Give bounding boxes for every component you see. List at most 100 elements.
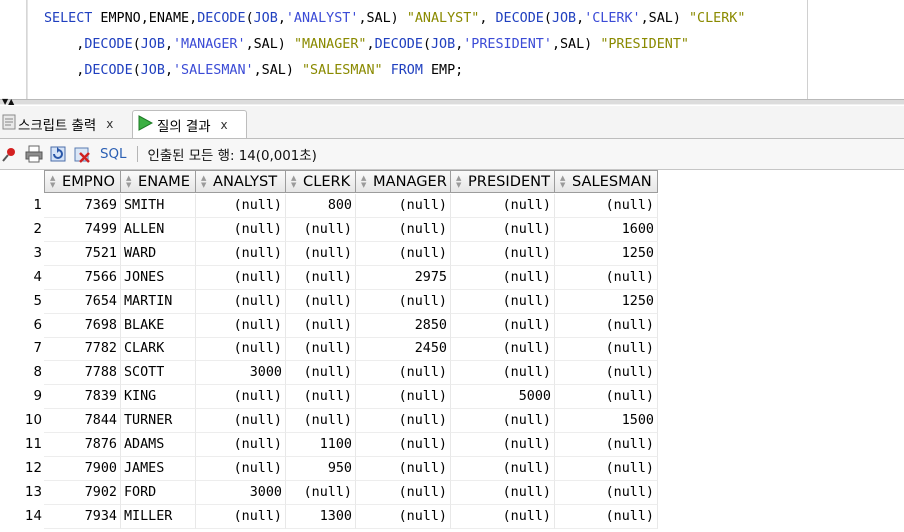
- cell-clerk[interactable]: (null): [286, 409, 356, 434]
- cell-empno[interactable]: 7900: [44, 456, 121, 481]
- cell-manager[interactable]: (null): [356, 194, 451, 218]
- cell-ename[interactable]: BLAKE: [121, 313, 196, 338]
- cell-manager[interactable]: (null): [356, 241, 451, 266]
- cell-analyst[interactable]: (null): [196, 241, 286, 266]
- cell-clerk[interactable]: (null): [286, 337, 356, 362]
- cell-manager[interactable]: (null): [356, 361, 451, 386]
- cell-manager[interactable]: (null): [356, 217, 451, 242]
- cell-ename[interactable]: KING: [121, 385, 196, 410]
- cell-ename[interactable]: FORD: [121, 480, 196, 505]
- cell-ename[interactable]: CLARK: [121, 337, 196, 362]
- cell-manager[interactable]: (null): [356, 289, 451, 314]
- cell-clerk[interactable]: 1100: [286, 433, 356, 457]
- row-number[interactable]: 10: [0, 409, 42, 434]
- refresh-icon[interactable]: [48, 144, 68, 164]
- sort-icon[interactable]: ▲ ▼: [361, 174, 369, 189]
- cell-empno[interactable]: 7876: [44, 433, 121, 457]
- cell-empno[interactable]: 7934: [44, 504, 121, 529]
- cell-analyst[interactable]: (null): [196, 385, 286, 410]
- cell-president[interactable]: (null): [451, 504, 555, 529]
- cell-clerk[interactable]: (null): [286, 385, 356, 410]
- clear-icon[interactable]: [72, 144, 92, 164]
- cell-salesman[interactable]: (null): [555, 433, 658, 457]
- row-number[interactable]: 4: [0, 265, 42, 290]
- cell-manager[interactable]: (null): [356, 504, 451, 529]
- cell-empno[interactable]: 7698: [44, 313, 121, 338]
- cell-ename[interactable]: JAMES: [121, 456, 196, 481]
- cell-salesman[interactable]: 1250: [555, 241, 658, 266]
- cell-salesman[interactable]: (null): [555, 313, 658, 338]
- cell-empno[interactable]: 7782: [44, 337, 121, 362]
- cell-empno[interactable]: 7566: [44, 265, 121, 290]
- cell-clerk[interactable]: (null): [286, 361, 356, 386]
- row-number[interactable]: 1: [0, 194, 42, 218]
- cell-president[interactable]: (null): [451, 217, 555, 242]
- cell-analyst[interactable]: 3000: [196, 361, 286, 386]
- cell-ename[interactable]: WARD: [121, 241, 196, 266]
- column-header-empno[interactable]: ▲ ▼ EMPNO: [44, 170, 121, 193]
- cell-clerk[interactable]: (null): [286, 241, 356, 266]
- cell-manager[interactable]: (null): [356, 433, 451, 457]
- cell-president[interactable]: (null): [451, 337, 555, 362]
- row-number[interactable]: 3: [0, 241, 42, 266]
- cell-analyst[interactable]: (null): [196, 409, 286, 434]
- cell-salesman[interactable]: (null): [555, 504, 658, 529]
- row-number[interactable]: 6: [0, 313, 42, 338]
- sql-button[interactable]: SQL: [100, 147, 127, 162]
- splitter[interactable]: [0, 99, 904, 105]
- cell-analyst[interactable]: 3000: [196, 480, 286, 505]
- cell-empno[interactable]: 7839: [44, 385, 121, 410]
- cell-ename[interactable]: ALLEN: [121, 217, 196, 242]
- row-number[interactable]: 9: [0, 385, 42, 410]
- cell-empno[interactable]: 7521: [44, 241, 121, 266]
- cell-empno[interactable]: 7844: [44, 409, 121, 434]
- cell-president[interactable]: (null): [451, 433, 555, 457]
- column-header-president[interactable]: ▲ ▼ PRESIDENT: [451, 170, 555, 193]
- sort-icon[interactable]: ▲ ▼: [560, 174, 568, 189]
- column-header-ename[interactable]: ▲ ▼ ENAME: [121, 170, 196, 193]
- print-icon[interactable]: [24, 144, 44, 164]
- cell-president[interactable]: (null): [451, 456, 555, 481]
- cell-analyst[interactable]: (null): [196, 337, 286, 362]
- row-number[interactable]: 12: [0, 456, 42, 481]
- cell-manager[interactable]: (null): [356, 385, 451, 410]
- cell-analyst[interactable]: (null): [196, 433, 286, 457]
- cell-salesman[interactable]: (null): [555, 361, 658, 386]
- cell-empno[interactable]: 7654: [44, 289, 121, 314]
- sort-icon[interactable]: ▲ ▼: [456, 174, 464, 189]
- cell-salesman[interactable]: (null): [555, 194, 658, 218]
- cell-manager[interactable]: (null): [356, 456, 451, 481]
- cell-salesman[interactable]: (null): [555, 385, 658, 410]
- cell-ename[interactable]: MILLER: [121, 504, 196, 529]
- row-number[interactable]: 8: [0, 361, 42, 386]
- cell-analyst[interactable]: (null): [196, 194, 286, 218]
- cell-president[interactable]: (null): [451, 241, 555, 266]
- splitter-arrows-icon[interactable]: ▼▲: [2, 98, 14, 106]
- pin-icon[interactable]: [0, 144, 20, 164]
- cell-clerk[interactable]: 1300: [286, 504, 356, 529]
- cell-analyst[interactable]: (null): [196, 217, 286, 242]
- cell-analyst[interactable]: (null): [196, 265, 286, 290]
- row-number[interactable]: 13: [0, 480, 42, 505]
- cell-president[interactable]: (null): [451, 289, 555, 314]
- sort-icon[interactable]: ▲ ▼: [50, 174, 58, 189]
- cell-manager[interactable]: 2850: [356, 313, 451, 338]
- cell-president[interactable]: (null): [451, 480, 555, 505]
- sql-line[interactable]: ,DECODE(JOB,'SALESMAN',SAL) "SALESMAN" F…: [44, 58, 745, 84]
- sort-icon[interactable]: ▲ ▼: [201, 174, 209, 189]
- cell-clerk[interactable]: (null): [286, 480, 356, 505]
- cell-president[interactable]: (null): [451, 313, 555, 338]
- cell-empno[interactable]: 7902: [44, 480, 121, 505]
- cell-salesman[interactable]: 1500: [555, 409, 658, 434]
- sort-icon[interactable]: ▲ ▼: [126, 174, 134, 189]
- cell-clerk[interactable]: (null): [286, 313, 356, 338]
- cell-analyst[interactable]: (null): [196, 504, 286, 529]
- sort-icon[interactable]: ▲ ▼: [291, 174, 299, 189]
- cell-president[interactable]: (null): [451, 265, 555, 290]
- cell-salesman[interactable]: (null): [555, 456, 658, 481]
- cell-ename[interactable]: SMITH: [121, 194, 196, 218]
- cell-president[interactable]: (null): [451, 409, 555, 434]
- column-header-manager[interactable]: ▲ ▼ MANAGER: [356, 170, 451, 193]
- cell-empno[interactable]: 7499: [44, 217, 121, 242]
- cell-president[interactable]: 5000: [451, 385, 555, 410]
